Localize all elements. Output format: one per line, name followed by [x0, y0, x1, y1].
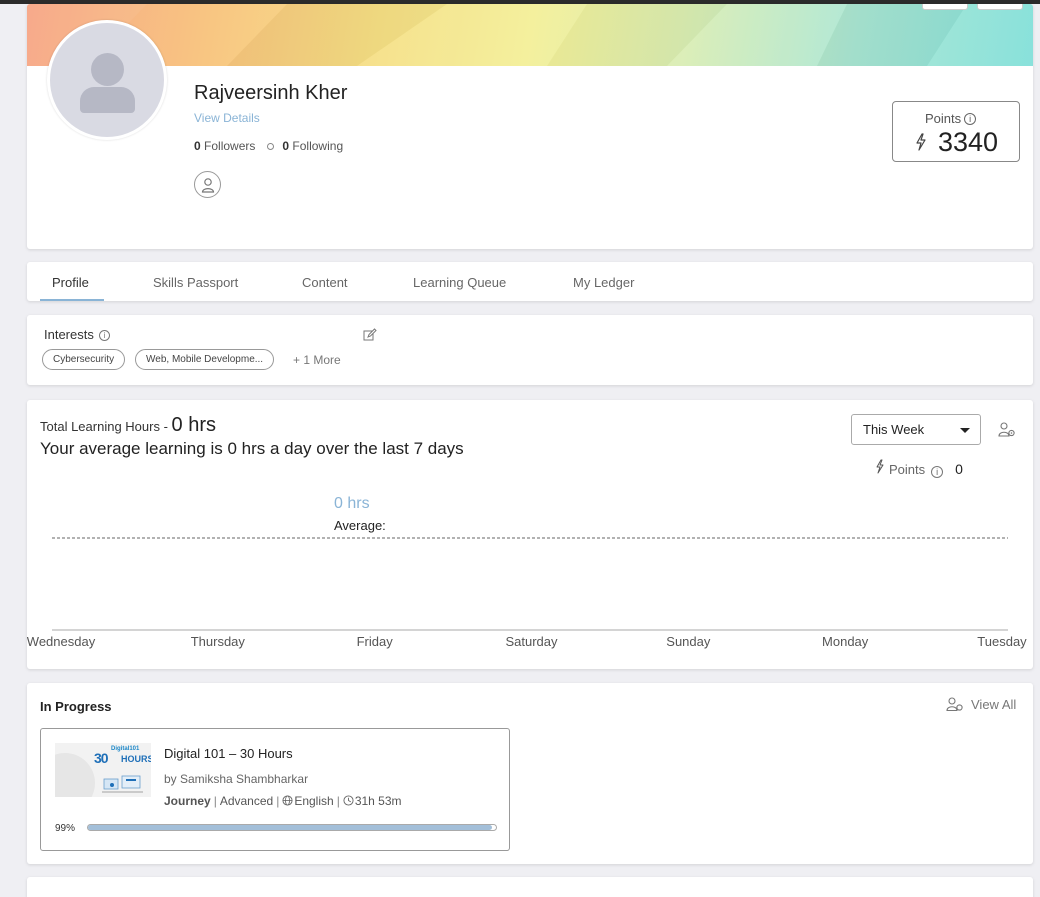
user-icon	[201, 178, 215, 193]
in-progress-card: In Progress View All Digital101 30 HOURS…	[27, 683, 1033, 864]
tab-profile[interactable]: Profile	[52, 275, 89, 290]
course-progress-label: 99%	[55, 823, 76, 834]
learning-hours-chart: Wednesday Thursday Friday Saturday Sunday Mon…	[27, 537, 1027, 649]
x-tick-label: Monday	[822, 634, 869, 649]
banner-button-1[interactable]	[922, 4, 968, 10]
chart-average-value: 0 hrs	[334, 495, 370, 512]
follow-stats: 0 Followers 0 Following	[194, 139, 343, 153]
thumbnail-number: 30	[94, 750, 109, 766]
view-all-link[interactable]: View All	[946, 697, 1016, 712]
profile-banner	[27, 4, 1033, 66]
users-settings-icon[interactable]	[998, 422, 1016, 438]
info-icon[interactable]: i	[98, 330, 110, 341]
edit-icon[interactable]	[363, 328, 377, 342]
followers-count: 0	[194, 139, 201, 153]
x-tick-label: Tuesday	[977, 634, 1027, 649]
profile-name: Rajveersinh Kher	[194, 82, 348, 104]
lightning-icon	[876, 459, 884, 474]
total-hours-label: Total Learning Hours -	[40, 419, 168, 434]
user-profile-icon-button[interactable]	[194, 171, 221, 198]
view-all-label: View All	[971, 697, 1017, 712]
interests-card: Interests i Cybersecurity Web, Mobile Dev…	[27, 315, 1033, 385]
in-progress-title: In Progress	[40, 699, 112, 714]
thumbnail-illustration	[102, 775, 143, 793]
points-box: Points i 3340	[892, 101, 1020, 162]
x-tick-label: Thursday	[191, 634, 246, 649]
interests-title: Interests	[44, 327, 94, 342]
thumbnail-word: HOURS	[121, 754, 151, 764]
course-progress-bar	[87, 824, 497, 831]
tab-my-ledger[interactable]: My Ledger	[573, 275, 634, 290]
info-icon[interactable]: i	[964, 113, 977, 125]
active-tab-indicator	[40, 299, 104, 301]
x-tick-label: Friday	[357, 634, 394, 649]
banner-button-2[interactable]	[977, 4, 1023, 10]
info-icon[interactable]: i	[931, 466, 944, 478]
interest-chip[interactable]: Web, Mobile Developme...	[135, 349, 275, 370]
view-details-link[interactable]: View Details	[194, 111, 260, 125]
x-tick-label: Saturday	[505, 634, 558, 649]
course-level: Advanced	[219, 794, 274, 808]
learning-hours-card: Total Learning Hours - 0 hrs Your averag…	[27, 400, 1033, 669]
learning-points-label: Points	[889, 462, 926, 477]
period-select-value: This Week	[863, 422, 925, 437]
average-learning-text: Your average learning is 0 hrs a day ove…	[40, 439, 464, 458]
total-hours-value: 0 hrs	[171, 414, 216, 436]
course-meta: Journey | Advanced | English | 31h 53m	[164, 794, 402, 808]
total-learning-hours: Total Learning Hours - 0 hrs	[40, 414, 216, 437]
globe-icon	[282, 795, 293, 806]
course-author: by Samiksha Shambharkar	[164, 772, 309, 786]
thumbnail-small-text: Digital101	[111, 746, 140, 752]
next-section-card	[27, 877, 1033, 897]
avatar	[47, 20, 167, 140]
caret-down-icon	[960, 428, 970, 433]
course-thumbnail[interactable]: Digital101 30 HOURS	[55, 743, 151, 797]
lightning-icon	[916, 133, 926, 151]
followers-link[interactable]: Followers	[204, 139, 255, 153]
thumbnail-background	[55, 753, 95, 797]
tab-learning-queue[interactable]: Learning Queue	[413, 275, 506, 290]
interest-chip[interactable]: Cybersecurity	[42, 349, 126, 370]
period-select[interactable]: This Week	[851, 414, 981, 445]
learning-points-row: Points i 0	[889, 461, 963, 478]
avatar-head	[91, 53, 124, 86]
avatar-body	[80, 87, 135, 113]
course-progress-fill	[88, 825, 492, 830]
points-value: 3340	[938, 127, 999, 157]
course-duration: 31h 53m	[354, 794, 402, 808]
banner-pattern	[27, 4, 1033, 66]
profile-card: Rajveersinh Kher View Details 0 Follower…	[27, 4, 1033, 249]
more-interests-link[interactable]: + 1 More	[293, 353, 341, 367]
points-label: Points	[925, 111, 962, 126]
tab-skills-passport[interactable]: Skills Passport	[153, 275, 238, 290]
course-type: Journey	[164, 794, 211, 808]
course-title[interactable]: Digital 101 – 30 Hours	[164, 746, 293, 761]
course-language: English	[294, 794, 334, 808]
x-tick-label: Wednesday	[27, 634, 96, 649]
tab-content[interactable]: Content	[302, 275, 348, 290]
profile-tabs: Profile Skills Passport Content Learning…	[27, 262, 1033, 301]
learning-points-value: 0	[955, 461, 963, 477]
separator-dot	[267, 143, 275, 150]
following-link[interactable]: Following	[292, 139, 343, 153]
points-label-row: Points i	[925, 111, 977, 126]
users-settings-icon	[946, 697, 963, 712]
x-tick-label: Sunday	[666, 634, 711, 649]
interests-heading: Interests i	[44, 327, 110, 342]
clock-icon	[343, 795, 354, 806]
following-count: 0	[282, 139, 290, 153]
course-card[interactable]: Digital101 30 HOURS Digital 101 – 30 Hou…	[40, 728, 510, 851]
